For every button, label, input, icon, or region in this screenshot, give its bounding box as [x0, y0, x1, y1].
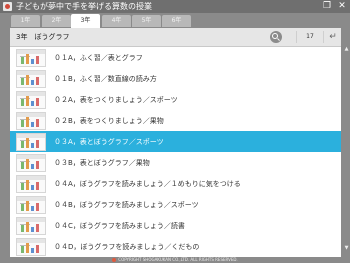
list-item[interactable]: ０２A，表をつくりましょう／スポーツ	[10, 89, 341, 112]
lesson-thumbnail	[16, 154, 46, 172]
list-item[interactable]: ０４D，ぼうグラフを読みましょう／くだもの	[10, 236, 341, 257]
lesson-thumbnail	[16, 70, 46, 88]
lesson-list: ０１A，ふく習／表とグラフ ０１B，ふく習／数直線の読み方 ０２A，表をつくりま…	[10, 47, 341, 257]
lesson-label: ０２A，表をつくりましょう／スポーツ	[54, 96, 178, 104]
list-item[interactable]: ０４B，ぼうグラフを読みましょう／スポーツ	[10, 194, 341, 217]
search-icon[interactable]	[270, 31, 282, 43]
lesson-thumbnail	[16, 91, 46, 109]
copyright-text: COPYRIGHT SHOGAKUKAN CO.,LTD. ALL RIGHTS…	[118, 257, 238, 262]
lesson-thumbnail	[16, 196, 46, 214]
lesson-thumbnail	[16, 175, 46, 193]
list-item[interactable]: ０４C，ぼうグラフを読みましょう／読書	[10, 215, 341, 238]
tab-grade-4[interactable]: 4年	[102, 15, 131, 27]
lesson-thumbnail	[16, 238, 46, 256]
tab-grade-1[interactable]: 1年	[11, 15, 40, 27]
tab-grade-2[interactable]: 2年	[42, 15, 71, 27]
lesson-thumbnail	[16, 49, 46, 67]
item-count: 17	[296, 31, 324, 43]
tab-grade-6[interactable]: 6年	[162, 15, 191, 27]
grade-tab-bar: 1年 2年 3年 4年 5年 6年	[0, 13, 350, 28]
lesson-label: ０１A，ふく習／表とグラフ	[54, 54, 143, 62]
copyright-notice: COPYRIGHT SHOGAKUKAN CO.,LTD. ALL RIGHTS…	[0, 257, 350, 263]
app-icon	[3, 2, 12, 11]
title-bar: 子どもが夢中で手を挙げる算数の授業 ❐ ✕	[0, 0, 350, 13]
lesson-label: ０１B，ふく習／数直線の読み方	[54, 75, 157, 83]
list-header: 3年 ぼうグラフ 17 ↵	[10, 28, 341, 47]
lesson-label: ０３A，表とぼうグラフ／スポーツ	[54, 138, 164, 146]
restore-icon[interactable]: ❐	[320, 0, 334, 13]
lesson-thumbnail	[16, 217, 46, 235]
list-item-selected[interactable]: ０３A，表とぼうグラフ／スポーツ	[10, 131, 341, 154]
footer: COPYRIGHT SHOGAKUKAN CO.,LTD. ALL RIGHTS…	[0, 257, 350, 263]
tab-grade-3[interactable]: 3年	[71, 14, 100, 28]
lesson-label: ０４D，ぼうグラフを読みましょう／くだもの	[54, 243, 200, 251]
lesson-label: ０２B，表をつくりましょう／果物	[54, 117, 164, 125]
back-icon[interactable]: ↵	[327, 31, 339, 43]
lesson-label: ０４C，ぼうグラフを読みましょう／読書	[54, 222, 185, 230]
window-title: 子どもが夢中で手を挙げる算数の授業	[16, 2, 152, 11]
lesson-label: ０４A，ぼうグラフを読みましょう／１めもりに気をつける	[54, 180, 241, 188]
lesson-thumbnail	[16, 112, 46, 130]
list-item[interactable]: ０４A，ぼうグラフを読みましょう／１めもりに気をつける	[10, 173, 341, 196]
unit-title: 3年 ぼうグラフ	[16, 33, 70, 41]
scroll-down-icon[interactable]: ▼	[343, 245, 350, 252]
lesson-label: ０３B，表とぼうグラフ／果物	[54, 159, 150, 167]
list-item[interactable]: ０１B，ふく習／数直線の読み方	[10, 68, 341, 91]
list-item[interactable]: ０１A，ふく習／表とグラフ	[10, 47, 341, 70]
close-icon[interactable]: ✕	[335, 0, 349, 13]
scroll-up-icon[interactable]: ▲	[343, 46, 350, 53]
list-item[interactable]: ０３B，表とぼうグラフ／果物	[10, 152, 341, 175]
publisher-logo-icon	[112, 258, 117, 262]
lesson-label: ０４B，ぼうグラフを読みましょう／スポーツ	[54, 201, 199, 209]
tab-grade-5[interactable]: 5年	[132, 15, 161, 27]
list-item[interactable]: ０２B，表をつくりましょう／果物	[10, 110, 341, 133]
main-panel: 3年 ぼうグラフ 17 ↵ ０１A，ふく習／表とグラフ ０１B，ふく習／数直線の…	[10, 28, 341, 257]
lesson-thumbnail	[16, 133, 46, 151]
